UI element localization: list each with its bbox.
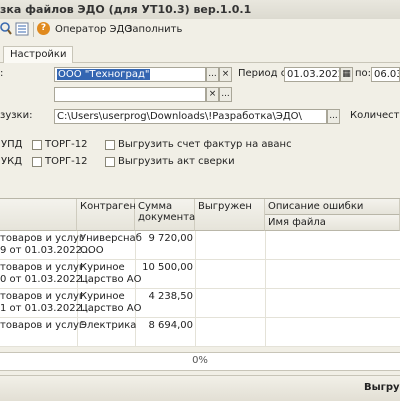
column-header-counterparty[interactable]: Контрагент [77, 199, 142, 231]
export-path-field[interactable]: C:\Users\userprog\Downloads\!Разработка\… [54, 109, 327, 124]
tab-bar: Настройки [0, 44, 400, 63]
torg12-checkbox-2[interactable] [32, 157, 42, 167]
row-counterparty-line2: ООО [80, 245, 104, 256]
row-document-line2: 1 от 01.03.2022... [0, 303, 92, 314]
row-counterparty-line1: Куриное [80, 262, 125, 273]
column-header-exported[interactable]: Выгружен [195, 199, 265, 231]
advance-invoice-label: Выгрузить счет фактур на аванс [118, 139, 292, 150]
period-from-field[interactable]: 01.03.2022 [284, 67, 340, 82]
secondary-select-button[interactable]: ... [219, 87, 232, 102]
organization-select-button[interactable]: ... [206, 67, 219, 82]
operator-edo-button[interactable]: Оператор ЭДО [55, 22, 132, 37]
row-counterparty-line2: Царство АО [80, 274, 142, 285]
magnifier-icon[interactable] [0, 22, 12, 36]
ukd-label: УКД [1, 156, 23, 167]
advance-invoice-checkbox[interactable] [105, 140, 115, 150]
upd-label: УПД [1, 139, 23, 150]
list-icon[interactable] [15, 22, 29, 36]
fill-button[interactable]: Заполнить [126, 22, 182, 37]
window-title: зка файлов ЭДО (для УТ10.3) вер.1.0.1 [0, 3, 252, 16]
column-header-error-description[interactable]: Описание ошибки [265, 199, 400, 215]
tab-settings[interactable]: Настройки [3, 46, 74, 63]
reconciliation-label: Выгрузить акт сверки [118, 156, 235, 167]
row-amount: 8 694,00 [148, 320, 193, 331]
row-document-line2: 0 от 01.03.2022... [0, 274, 92, 285]
table-row[interactable]: товаров и услуг 0 от 01.03.2022... Курин… [0, 260, 400, 289]
row-amount: 9 720,00 [148, 233, 193, 244]
secondary-clear-button[interactable]: × [206, 87, 219, 102]
table-row[interactable]: товаров и услуг 9 от 01.03.2022... Униве… [0, 231, 400, 260]
calendar-icon[interactable]: ▦ [340, 67, 353, 82]
secondary-field[interactable] [54, 87, 206, 102]
organization-clear-button[interactable]: × [219, 67, 232, 82]
bottom-command-bar: Выгруз [0, 375, 400, 401]
organization-value: ООО "Техноград" [57, 69, 151, 80]
toolbar: ? Оператор ЭДО Заполнить [0, 19, 400, 40]
count-label: Количество [350, 110, 400, 121]
row-counterparty-line1: Электрика [80, 320, 137, 331]
organization-label: : [0, 68, 4, 79]
row-document-line1: товаров и услуг [0, 262, 85, 273]
row-amount: 10 500,00 [142, 262, 193, 273]
export-path-label: зузки: [0, 110, 33, 121]
period-to-field[interactable]: 06.03.2 [371, 67, 400, 82]
column-header-amount[interactable]: Сумма документа [135, 199, 195, 231]
row-counterparty-line1: Куриное [80, 291, 125, 302]
row-document-line1: товаров и услуг [0, 233, 85, 244]
torg12-checkbox-1[interactable] [32, 140, 42, 150]
reconciliation-checkbox[interactable] [105, 157, 115, 167]
table-row[interactable]: товаров и услуг 1 от 01.03.2022... Курин… [0, 289, 400, 318]
row-document-line2: 9 от 01.03.2022... [0, 245, 92, 256]
row-document-line1: товаров и услуг [0, 291, 85, 302]
row-document-line1: товаров и услуг [0, 320, 85, 331]
column-header-document[interactable] [0, 199, 77, 231]
progress-bar: 0% [0, 352, 400, 371]
column-header-file-name[interactable]: Имя файла [265, 215, 400, 231]
export-button[interactable]: Выгруз [364, 382, 400, 393]
window-titlebar: зка файлов ЭДО (для УТ10.3) вер.1.0.1 [0, 0, 400, 20]
progress-text: 0% [192, 355, 208, 366]
torg12-label-1: ТОРГ-12 [45, 139, 88, 150]
row-counterparty-line2: Царство АО [80, 303, 142, 314]
documents-table: Контрагент Сумма документа Выгружен Опис… [0, 198, 400, 347]
period-from-label: Период с: [238, 68, 290, 79]
table-row[interactable]: товаров и услуг Электрика 8 694,00 [0, 318, 400, 347]
row-counterparty-line1: Универснаб [80, 233, 142, 244]
help-question-icon[interactable]: ? [37, 22, 50, 35]
torg12-label-2: ТОРГ-12 [45, 156, 88, 167]
export-path-browse-button[interactable]: ... [327, 109, 340, 124]
row-amount: 4 238,50 [148, 291, 193, 302]
period-to-label: по: [355, 68, 372, 79]
organization-field[interactable]: ООО "Техноград" [54, 67, 206, 82]
toolbar-separator [33, 22, 34, 37]
